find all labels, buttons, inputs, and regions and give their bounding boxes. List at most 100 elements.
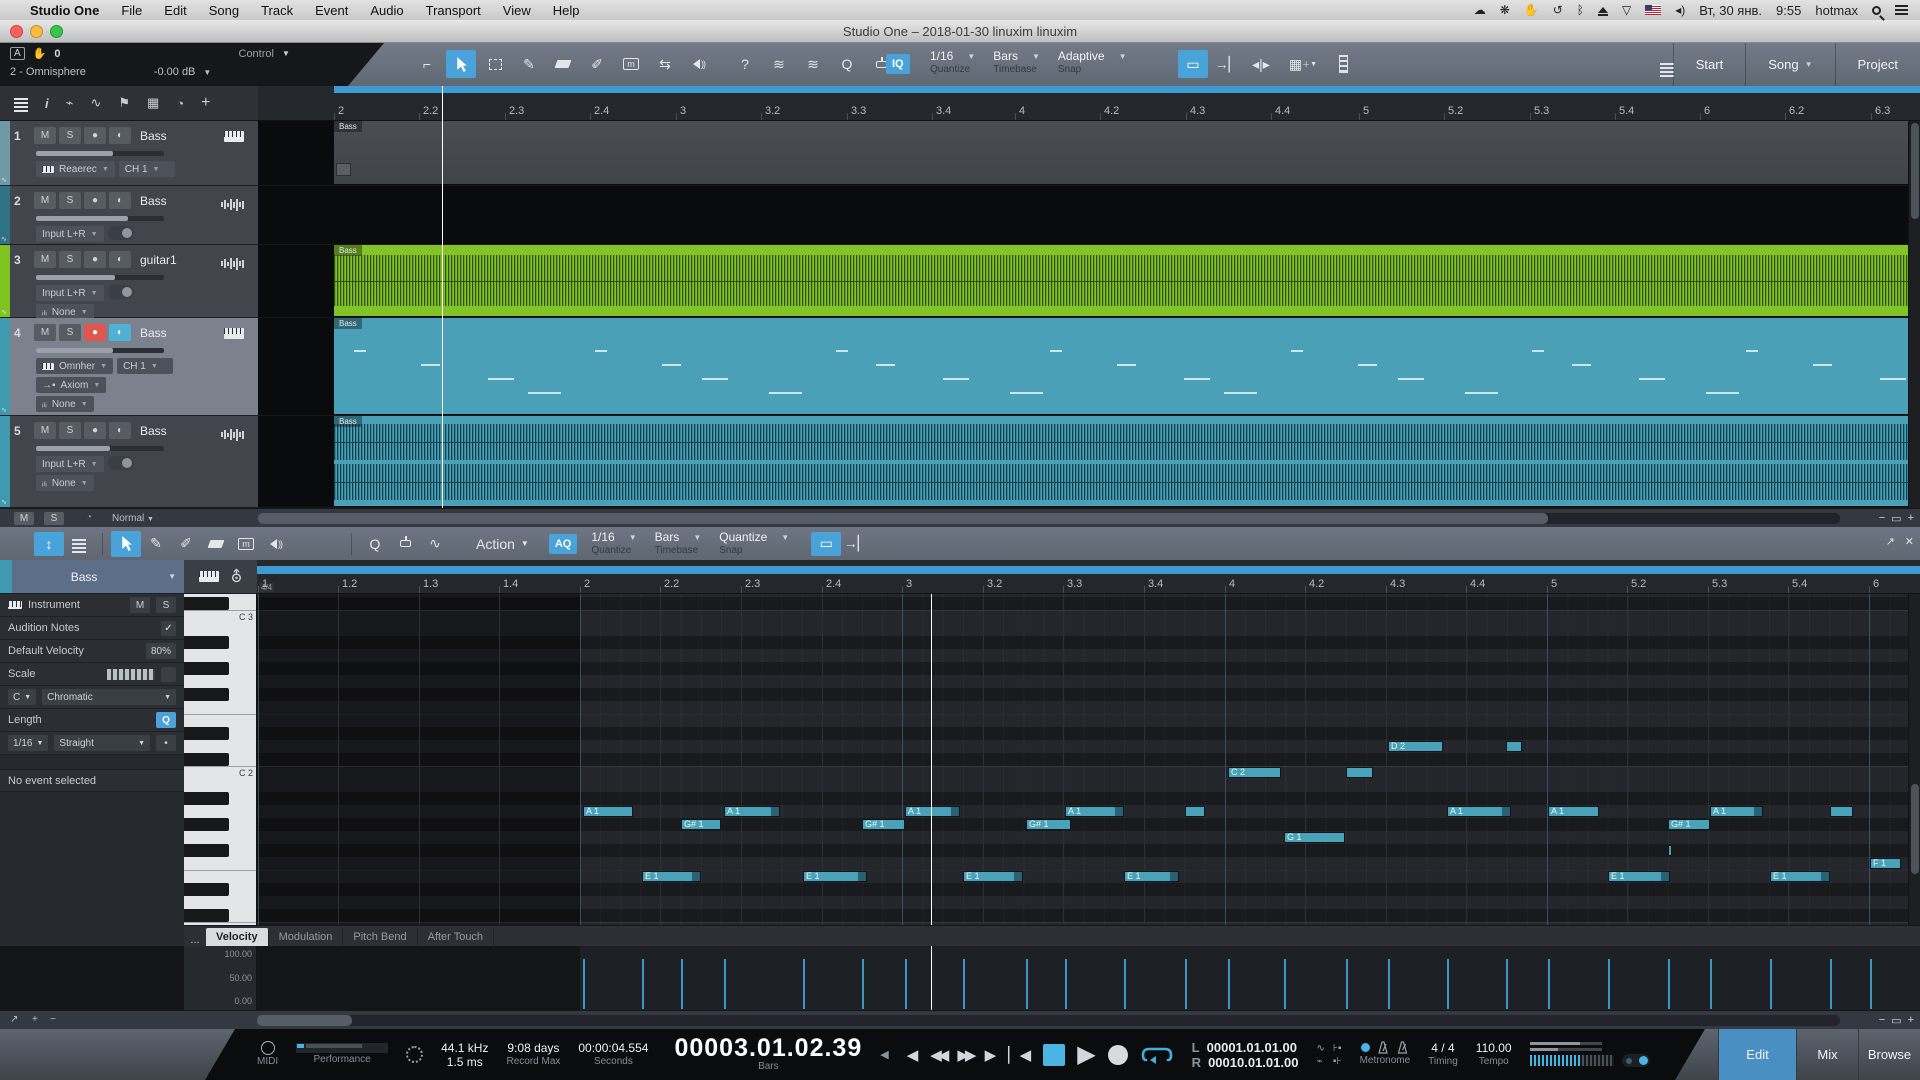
- velocity-bar[interactable]: [583, 959, 585, 1009]
- midi-note[interactable]: A 1: [905, 806, 960, 817]
- scale-row[interactable]: Scale: [0, 663, 184, 686]
- track-monitor-button[interactable]: ◐: [109, 422, 131, 439]
- snap-to-grid-button[interactable]: →▏: [1212, 50, 1242, 78]
- edit-paint-tool-button[interactable]: ✐: [171, 530, 201, 558]
- track-name[interactable]: Bass: [140, 194, 167, 208]
- edit-loop-range-bar[interactable]: [257, 566, 1920, 574]
- lane-add-icon[interactable]: +: [32, 1014, 38, 1025]
- keyboard-viewer-icon[interactable]: ❋: [1500, 3, 1510, 17]
- velocity-bar[interactable]: [1608, 959, 1610, 1009]
- length-quantize-button[interactable]: Q: [156, 712, 176, 728]
- input-language-flag-icon[interactable]: [1645, 5, 1661, 15]
- black-key[interactable]: [184, 883, 229, 896]
- tempo-track-icon[interactable]: ◔: [176, 96, 184, 111]
- action-dropdown[interactable]: Action▼: [476, 530, 529, 558]
- midi-note[interactable]: A 1: [724, 806, 780, 817]
- track-header-5[interactable]: ∿5MS●◐BassInput L+R▼ᵢₗᵢNone▼: [0, 416, 258, 508]
- metronome-icon[interactable]: [1396, 1041, 1409, 1054]
- lane-tab-pitch-bend[interactable]: Pitch Bend: [343, 928, 417, 946]
- menu-item-audio[interactable]: Audio: [370, 3, 403, 18]
- track-monitor-button[interactable]: ◐: [109, 251, 131, 268]
- bluetooth-icon[interactable]: ᛒ: [1577, 3, 1584, 17]
- velocity-bar[interactable]: [1830, 959, 1832, 1009]
- track-lane-4[interactable]: Bass: [258, 318, 1920, 416]
- audio-clip[interactable]: Bass: [334, 121, 1920, 184]
- control-level[interactable]: -0.00 dB: [154, 66, 196, 78]
- track-header-3[interactable]: ∿3MS●◐guitar1Input L+R▼ᵢₗᵢNone▼: [0, 245, 258, 318]
- view-button-mix[interactable]: Mix: [1796, 1029, 1858, 1080]
- audition-checkbox[interactable]: ✓: [161, 621, 176, 636]
- scrollbar-thumb[interactable]: [257, 1015, 352, 1026]
- track-io-dropdown[interactable]: →▪Axiom▼: [36, 377, 106, 393]
- midi-note[interactable]: G# 1: [681, 819, 721, 830]
- punch-in-icon[interactable]: ⊦▪: [1333, 1043, 1342, 1054]
- velocity-bar[interactable]: [1668, 959, 1670, 1009]
- menu-item-track[interactable]: Track: [261, 3, 293, 18]
- precount-icon[interactable]: ▪⊦: [1333, 1056, 1342, 1067]
- arrange-marker-tool-icon[interactable]: ⌐: [412, 50, 442, 78]
- black-key[interactable]: [184, 909, 229, 922]
- edited-clip-selector[interactable]: Bass ▼: [0, 560, 184, 594]
- lane-options-button[interactable]: ...: [184, 934, 206, 946]
- midi-note[interactable]: A 1: [583, 806, 633, 817]
- track-lane-2[interactable]: [258, 186, 1920, 245]
- control-link-mode-icon[interactable]: A: [10, 47, 25, 60]
- velocity-bar[interactable]: [724, 959, 726, 1009]
- velocity-bar[interactable]: [1185, 959, 1187, 1009]
- drum-view-icon[interactable]: ⛢: [231, 567, 243, 587]
- track-record-arm-button[interactable]: ●: [84, 324, 106, 341]
- track-header-1[interactable]: ∿1MS●◐BassReaerec▼CH 1▼: [0, 121, 258, 186]
- track-monitor-button[interactable]: ◐: [109, 127, 131, 144]
- instrument-solo-button[interactable]: S: [156, 597, 176, 613]
- seconds-display[interactable]: 00:00:04.554 Seconds: [578, 1041, 648, 1069]
- track-record-arm-button[interactable]: ●: [84, 251, 106, 268]
- black-key[interactable]: [184, 844, 229, 857]
- track-volume-slider[interactable]: [36, 151, 164, 156]
- snap-mode-dropdown[interactable]: Adaptive▼ Snap: [1058, 50, 1127, 76]
- arrow-tool-button[interactable]: [446, 50, 476, 78]
- input-quantize-button[interactable]: IQ: [886, 54, 910, 74]
- click-enable-dot[interactable]: [1361, 1043, 1370, 1052]
- track-name[interactable]: Bass: [140, 424, 167, 438]
- track-volume-slider[interactable]: [36, 216, 164, 221]
- add-track-icon[interactable]: +: [201, 94, 210, 112]
- hand-move-icon[interactable]: ✋: [33, 47, 47, 60]
- menu-item-event[interactable]: Event: [315, 3, 348, 18]
- track-record-arm-button[interactable]: ●: [84, 422, 106, 439]
- zoom-out-icon[interactable]: −: [1879, 1014, 1885, 1027]
- minimize-window-button[interactable]: [30, 25, 43, 38]
- menu-item-studio-one[interactable]: Studio One: [30, 3, 99, 18]
- track-name[interactable]: Bass: [140, 326, 167, 340]
- control-target[interactable]: 2 - Omnisphere: [10, 66, 86, 78]
- lane-tab-modulation[interactable]: Modulation: [269, 928, 344, 946]
- edit-timeline-ruler[interactable]: 4/4 11.21.31.422.22.32.433.23.33.444.24.…: [257, 560, 1920, 594]
- black-key[interactable]: [184, 818, 229, 831]
- velocity-bar[interactable]: [1388, 959, 1390, 1009]
- track-mute-button[interactable]: M: [34, 251, 56, 268]
- arrange-vertical-scrollbar[interactable]: [1908, 121, 1920, 508]
- length-value-dropdown[interactable]: 1/16▼: [8, 735, 48, 751]
- midi-note[interactable]: A 1: [1065, 806, 1124, 817]
- edit-timebase-dropdown[interactable]: Bars▼ Timebase: [655, 531, 702, 557]
- lane-tab-after-touch[interactable]: After Touch: [418, 928, 494, 946]
- velocity-lane[interactable]: 100.0050.000.00: [0, 946, 1920, 1010]
- snap-relative-button[interactable]: ◂|▸: [1246, 50, 1276, 78]
- quantize-action-button[interactable]: Q: [832, 50, 862, 78]
- collapse-time-icon[interactable]: ◀: [880, 1048, 888, 1061]
- edit-horizontal-scrollbar[interactable]: [257, 1015, 1840, 1026]
- scrollbar-thumb[interactable]: [1911, 123, 1919, 219]
- edit-snap-dropdown[interactable]: Quantize▼ Snap: [719, 531, 789, 557]
- close-window-button[interactable]: [10, 25, 23, 38]
- preroll-icon[interactable]: ⌁: [1316, 1056, 1324, 1067]
- edit-playhead[interactable]: [931, 594, 932, 925]
- track-io-dropdown[interactable]: ᵢₗᵢNone▼: [36, 396, 94, 412]
- track-monitor-button[interactable]: ◐: [109, 324, 131, 341]
- edit-curve-button[interactable]: ∿: [420, 530, 450, 558]
- bars-display[interactable]: 00003.01.02.39 Bars: [674, 1036, 862, 1074]
- paint-tool-button[interactable]: ✐: [582, 50, 612, 78]
- black-key[interactable]: [184, 727, 229, 740]
- track-io-dropdown[interactable]: Omnher▼: [36, 358, 113, 374]
- black-key[interactable]: [184, 688, 229, 701]
- track-solo-button[interactable]: S: [59, 324, 81, 341]
- menu-item-edit[interactable]: Edit: [164, 3, 186, 18]
